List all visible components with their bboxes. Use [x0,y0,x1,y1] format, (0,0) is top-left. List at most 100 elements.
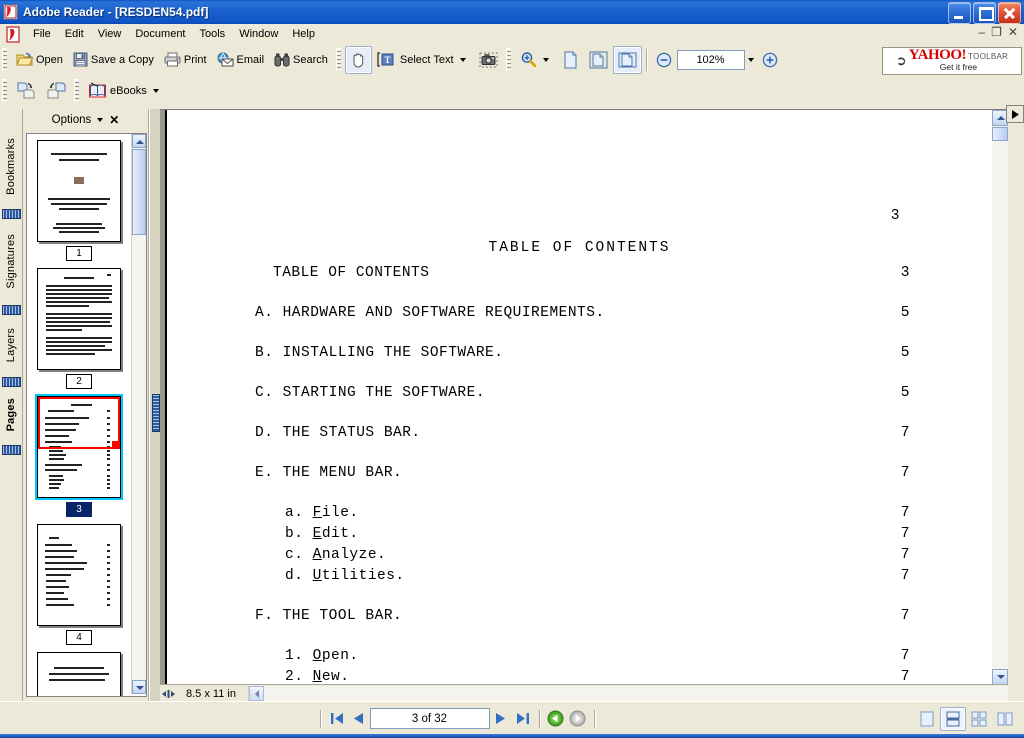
toc-entry[interactable]: d. Utilities. 7 [255,568,910,589]
ebooks-toolbar-grip[interactable] [74,79,79,102]
mdi-minimize-button[interactable]: – [978,26,985,38]
yahoo-toolbar-ad[interactable]: ➲ YAHOO! TOOLBAR Get it free [882,47,1022,75]
toc-entry[interactable]: 1. Open. 7 [255,648,910,669]
scroll-left-arrow-icon[interactable] [249,686,264,701]
view-rectangle-handle[interactable] [112,441,118,447]
scroll-up-arrow-icon[interactable] [132,134,146,148]
email-label: Email [236,53,265,66]
snapshot-button[interactable] [474,46,503,74]
doc-scroll-down-arrow-icon[interactable] [992,669,1008,685]
ebooks-chevron-down-icon[interactable] [152,88,159,93]
scrollbar-thumb[interactable] [132,149,146,235]
toc-entry[interactable]: b. Edit. 7 [255,526,910,547]
toc-entry[interactable]: TABLE OF CONTENTS 3 [255,265,910,286]
previous-page-button[interactable] [348,709,370,729]
thumbnails-scrollbar[interactable] [131,134,146,694]
toc-entry[interactable]: a. File. 7 [255,505,910,526]
select-text-button[interactable]: T Select Text [372,46,474,74]
toc-entry[interactable]: c. Analyze. 7 [255,547,910,568]
page-thumbnail[interactable] [37,652,121,696]
toc-entry-label: 1. Open. [285,648,359,664]
zoom-level-input[interactable]: 102% [676,49,745,70]
chevron-down-icon[interactable] [97,118,104,122]
rotate-toolbar-grip[interactable] [2,79,7,102]
horizontal-resize-icon[interactable] [160,686,176,701]
zoom-level-chevron-down-icon[interactable] [747,57,754,62]
toc-entry[interactable]: A. HARDWARE AND SOFTWARE REQUIREMENTS. 5 [255,305,910,326]
next-page-button[interactable] [490,709,512,729]
zoom-chevron-down-icon[interactable] [542,57,549,62]
mdi-restore-button[interactable]: ❐ [991,26,1002,38]
single-page-view-button[interactable] [914,707,940,731]
mdi-close-button[interactable]: ✕ [1008,26,1018,38]
continuous-view-button[interactable] [940,706,966,731]
document-vertical-scrollbar[interactable] [992,110,1008,685]
ebooks-button[interactable]: eBooks [83,77,167,105]
tools-toolbar-grip[interactable] [335,48,341,71]
fit-page-button[interactable] [584,46,613,74]
toc-entry[interactable]: E. THE MENU BAR. 7 [255,465,910,486]
search-button[interactable]: Search [269,46,333,74]
rotate-clockwise-button[interactable] [11,77,41,105]
fit-width-button[interactable] [612,45,642,74]
zoom-in-circle-button[interactable] [757,46,783,74]
document-viewport[interactable]: 3 TABLE OF CONTENTS TABLE OF CONTENTS 3 … [160,109,1008,685]
rotate-counterclockwise-button[interactable] [41,77,71,105]
sidebar-tab-bookmarks[interactable]: Bookmarks [0,127,22,205]
save-a-copy-button[interactable]: Save a Copy [68,46,159,74]
zoom-out-button[interactable] [651,46,677,74]
menu-window[interactable]: Window [232,26,285,42]
menu-document[interactable]: Document [128,26,192,42]
page-view-rectangle[interactable] [38,397,120,449]
scroll-down-arrow-icon[interactable] [132,680,146,694]
toc-entry[interactable]: 2. New. 7 [255,669,910,685]
sidebar-tab-signatures[interactable]: Signatures [0,221,22,301]
thumbnail-page-number: 2 [66,374,92,389]
hand-tool-button[interactable] [344,45,372,74]
sidebar-tab-layers[interactable]: Layers [0,317,22,373]
minimize-button[interactable] [948,2,971,24]
menu-help[interactable]: Help [285,26,322,42]
zoom-toolbar-grip[interactable] [505,48,511,71]
actual-size-button[interactable] [557,46,584,74]
first-page-button[interactable] [326,709,348,729]
page-thumbnail-selected[interactable] [35,394,123,500]
print-button[interactable]: Print [159,46,212,74]
last-page-button[interactable] [512,709,534,729]
toc-entry[interactable]: B. INSTALLING THE SOFTWARE. 5 [255,345,910,366]
menu-file[interactable]: File [26,26,58,42]
chevron-down-icon[interactable] [459,57,466,62]
page-number-input[interactable]: 3 of 32 [369,708,490,729]
hand-icon [350,51,367,68]
go-forward-button[interactable] [567,709,589,729]
page-thumbnail[interactable] [37,140,121,242]
document-horizontal-scrollbar[interactable] [248,686,1008,701]
menu-tools[interactable]: Tools [193,26,233,42]
maximize-button[interactable] [973,2,996,24]
toc-entry[interactable]: C. STARTING THE SOFTWARE. 5 [255,385,910,406]
toc-entry-page: 7 [900,669,910,685]
options-menu-label[interactable]: Options [52,114,92,126]
scroll-top-button[interactable] [1006,105,1024,123]
menu-edit[interactable]: Edit [58,26,91,42]
sidebar-tab-pages[interactable]: Pages [0,389,22,441]
page-thumbnails-list[interactable]: 1 2 3 4 [26,133,147,697]
open-button[interactable]: Open [11,46,68,74]
zoom-in-tool-button[interactable] [515,46,557,74]
toc-entry[interactable]: F. THE TOOL BAR. 7 [255,608,910,629]
yahoo-tagline: Get it free [939,62,978,72]
page-thumbnail[interactable] [37,524,121,626]
close-button[interactable] [998,2,1021,24]
doc-scrollbar-thumb[interactable] [992,127,1008,141]
menu-bar: File Edit View Document Tools Window Hel… [0,24,1024,45]
close-icon[interactable]: ✕ [109,113,119,127]
email-button[interactable]: Email [212,46,270,74]
menu-view[interactable]: View [91,26,129,42]
toc-entry[interactable]: D. THE STATUS BAR. 7 [255,425,910,446]
page-thumbnail[interactable] [37,268,121,370]
facing-pages-view-button[interactable] [966,707,992,731]
toolbar-grip[interactable] [2,48,7,71]
continuous-facing-view-button[interactable] [992,707,1018,731]
go-back-button[interactable] [545,709,567,729]
splitter-grip[interactable] [152,394,160,432]
